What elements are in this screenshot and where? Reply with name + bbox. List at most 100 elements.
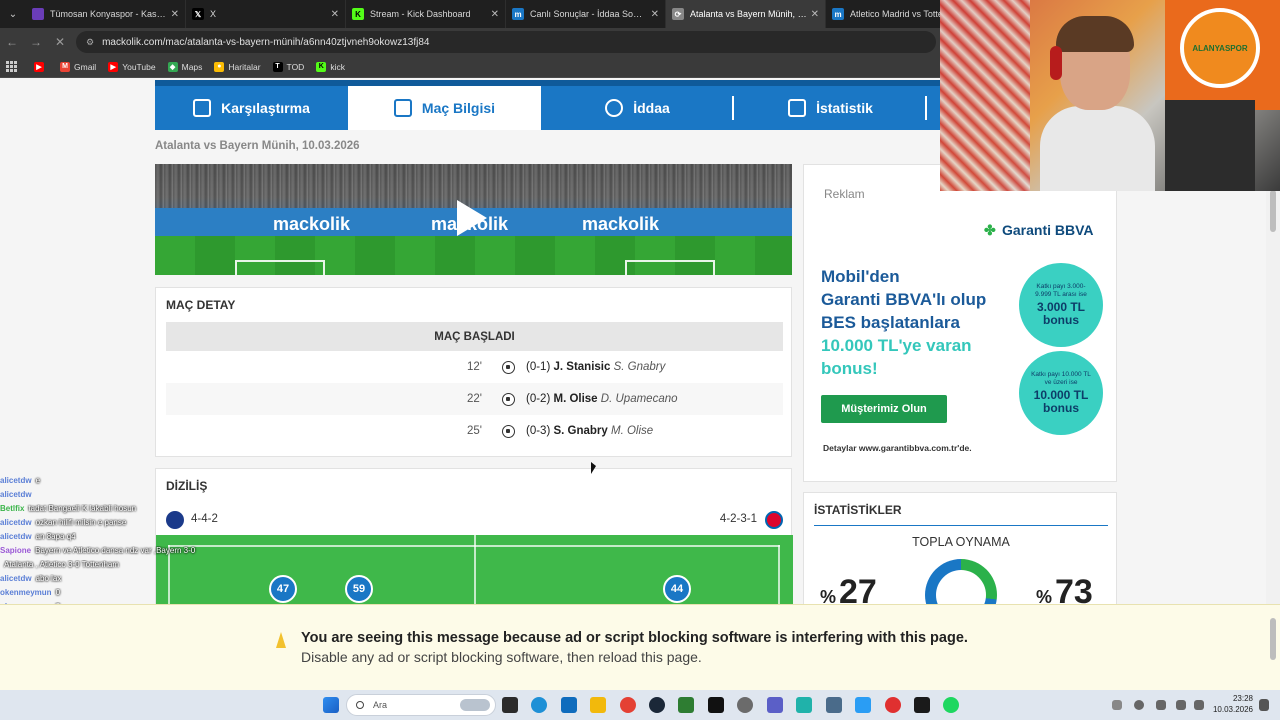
nav-tab-mac-bilgisi[interactable]: Maç Bilgisi bbox=[348, 86, 541, 130]
close-icon[interactable]: ✕ bbox=[171, 9, 179, 20]
tray-chevron-icon[interactable] bbox=[1112, 700, 1122, 710]
browser-tab[interactable]: 𝕏 X ✕ bbox=[186, 0, 346, 28]
chat-text: Atalanta , Atletico 3-0 Tottenham bbox=[4, 560, 120, 569]
network-icon[interactable] bbox=[1176, 700, 1186, 710]
notification-bell-icon[interactable] bbox=[1259, 699, 1269, 711]
folder-icon[interactable] bbox=[590, 697, 606, 713]
edge-icon[interactable] bbox=[531, 697, 547, 713]
bookmark-haritalar[interactable]: ● Haritalar bbox=[214, 61, 261, 72]
goal-scorer[interactable]: M. Olise bbox=[553, 393, 597, 405]
spotify-icon[interactable] bbox=[943, 697, 959, 713]
system-clock[interactable]: 23:28 10.03.2026 bbox=[1205, 693, 1253, 715]
app-icon[interactable] bbox=[855, 697, 871, 713]
video-player[interactable]: mackolik mackolik mackolik bbox=[155, 164, 792, 275]
forward-arrow-icon[interactable]: → bbox=[24, 28, 48, 56]
epic-games-icon[interactable] bbox=[708, 697, 724, 713]
minecraft-icon[interactable] bbox=[678, 697, 694, 713]
bookmark-tod[interactable]: T TOD bbox=[272, 61, 304, 72]
goal-minute: 22' bbox=[467, 393, 482, 405]
bookmark-youtube-red[interactable]: ▶ bbox=[34, 61, 48, 72]
chat-username[interactable]: alicetdw bbox=[0, 532, 32, 541]
ad-cta-button[interactable]: Müşterimiz Olun bbox=[821, 395, 947, 423]
chat-username[interactable]: Sapione bbox=[0, 546, 31, 555]
bookmark-label: kick bbox=[330, 61, 345, 72]
teams-icon[interactable] bbox=[767, 697, 783, 713]
bookmark-kick[interactable]: Kkick bbox=[316, 61, 345, 72]
bonus-amount: 10.000 TL bonus bbox=[1033, 388, 1089, 415]
ad-headline-line: Garanti BBVA'lı olup bbox=[821, 290, 987, 309]
close-icon[interactable]: ✕ bbox=[331, 9, 339, 20]
goal-assist[interactable]: M. Olise bbox=[611, 425, 653, 437]
chat-username[interactable]: Betlfix bbox=[0, 504, 24, 513]
scrollbar-thumb[interactable] bbox=[1270, 190, 1276, 232]
bookmark-gmail[interactable]: M Gmail bbox=[60, 61, 96, 72]
settings-gear-icon[interactable] bbox=[737, 697, 753, 713]
goal-assist[interactable]: D. Upamecano bbox=[601, 393, 678, 405]
chat-message: alicetdw e bbox=[0, 476, 290, 488]
goal-row: 22' (0-2) M. Olise D. Upamecano bbox=[166, 383, 783, 415]
browser-tab[interactable]: m Canlı Sonuçlar - İddaa Sonuçları ✕ bbox=[506, 0, 666, 28]
chrome-icon[interactable] bbox=[620, 697, 636, 713]
store-icon[interactable] bbox=[561, 697, 577, 713]
volume-icon[interactable] bbox=[1194, 700, 1204, 710]
football-icon bbox=[502, 424, 515, 438]
chat-username[interactable]: okenmeymun bbox=[0, 588, 52, 597]
play-icon[interactable] bbox=[457, 200, 487, 236]
goal-row: 25' (0-3) S. Gnabry M. Olise bbox=[166, 415, 783, 447]
chat-username[interactable]: alicetdw bbox=[0, 518, 32, 527]
nav-tab-iddaa[interactable]: İddaa bbox=[541, 86, 734, 130]
chat-username[interactable]: alicetdw bbox=[0, 574, 32, 583]
notepad-icon[interactable] bbox=[826, 697, 842, 713]
tray-app-icon[interactable] bbox=[1134, 700, 1144, 710]
browser-tab[interactable]: K Stream - Kick Dashboard ✕ bbox=[346, 0, 506, 28]
app-icon[interactable] bbox=[796, 697, 812, 713]
mackolik-logo-icon: m bbox=[512, 8, 524, 20]
close-icon[interactable]: ✕ bbox=[651, 9, 659, 20]
back-arrow-icon[interactable]: ← bbox=[0, 28, 24, 56]
player-marker[interactable]: 44 bbox=[663, 575, 691, 603]
clover-icon: ✤ bbox=[984, 222, 996, 238]
match-detail-title: MAÇ DETAY bbox=[166, 298, 236, 312]
obs-icon[interactable] bbox=[914, 697, 930, 713]
browser-tab[interactable]: Tümosan Konyaspor - Kasımpaşa ✕ bbox=[26, 0, 186, 28]
app-icon[interactable] bbox=[885, 697, 901, 713]
goal-scorer[interactable]: J. Stanisic bbox=[553, 361, 610, 373]
close-icon[interactable]: ✕ bbox=[491, 9, 499, 20]
apps-grid-icon[interactable] bbox=[6, 60, 18, 73]
site-info-icon[interactable]: ⚙ bbox=[86, 37, 94, 48]
widgets-icon[interactable] bbox=[460, 699, 490, 711]
bookmark-maps[interactable]: ◆ Maps bbox=[167, 61, 202, 72]
scrollbar-thumb[interactable] bbox=[1270, 618, 1276, 660]
windows-taskbar: Ara 23:28 10.03.2026 bbox=[0, 690, 1280, 720]
goal-assist[interactable]: S. Gnabry bbox=[614, 361, 666, 373]
chat-message: alicetdw bbox=[0, 490, 290, 502]
close-icon[interactable]: ✕ bbox=[811, 9, 819, 20]
tab-title: X bbox=[210, 9, 217, 19]
nav-tab-istatistik[interactable]: İstatistik bbox=[734, 86, 927, 130]
search-icon bbox=[356, 701, 364, 709]
chat-username[interactable]: alicetdw bbox=[0, 490, 32, 499]
bookmark-label: Haritalar bbox=[228, 61, 261, 72]
chat-username[interactable]: alicetdw bbox=[0, 476, 32, 485]
ad-headline: Mobil'den Garanti BBVA'lı olup BES başla… bbox=[821, 265, 1011, 380]
player-marker[interactable]: 59 bbox=[345, 575, 373, 603]
microphone-icon[interactable] bbox=[1156, 700, 1166, 710]
tab-search-button[interactable]: ⌄ bbox=[0, 0, 26, 28]
task-view-icon[interactable] bbox=[502, 697, 518, 713]
play-icon: ▶ bbox=[34, 61, 44, 72]
steam-icon[interactable] bbox=[649, 697, 665, 713]
ad-brand: Garanti BBVA bbox=[1002, 222, 1094, 238]
bookmark-youtube[interactable]: ▶ YouTube bbox=[108, 61, 156, 72]
browser-tab-active[interactable]: ⟳ Atalanta vs Bayern Münih, 10.03.2026 ✕ bbox=[666, 0, 826, 28]
windows-start-icon[interactable] bbox=[323, 697, 339, 713]
chat-message: alicetdw abo lax bbox=[0, 574, 290, 586]
stadium-icon bbox=[393, 99, 412, 117]
goal-scorer[interactable]: S. Gnabry bbox=[553, 425, 607, 437]
nav-tab-label: İddaa bbox=[633, 100, 670, 116]
garanti-bbva-logo[interactable]: ✤ Garanti BBVA bbox=[984, 222, 1094, 238]
nav-tab-karsilastirma[interactable]: Karşılaştırma bbox=[155, 86, 348, 130]
url-input[interactable]: ⚙ mackolik.com/mac/atalanta-vs-bayern-mü… bbox=[76, 31, 936, 53]
ad-headline-line: Mobil'den bbox=[821, 267, 900, 286]
stop-icon[interactable]: ✕ bbox=[48, 28, 72, 56]
warning-icon bbox=[276, 632, 286, 648]
